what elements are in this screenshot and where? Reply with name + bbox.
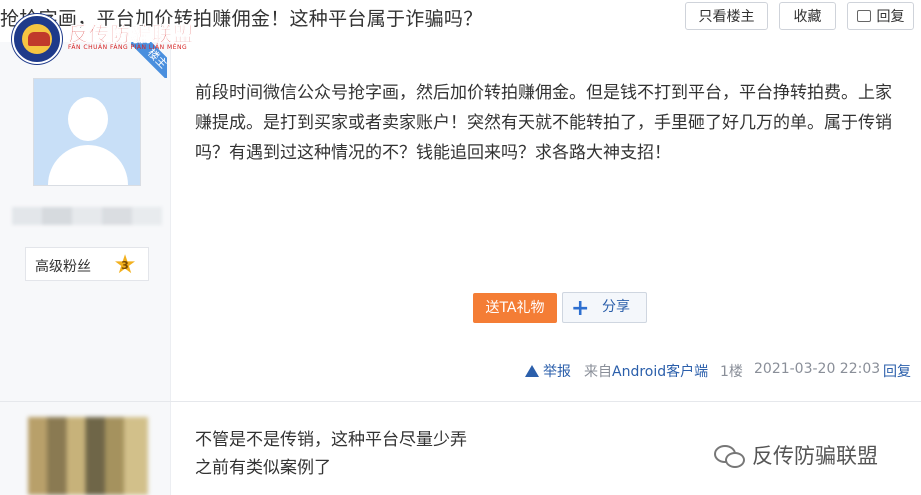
report-label: 举报	[543, 364, 571, 380]
favorite-button[interactable]: 收藏	[779, 2, 836, 30]
post-source: 来自Android客户端	[584, 361, 708, 381]
logo: 反传防骗联盟 FĀN CHUÁN FÁNG PIÀN LIÁN MÉNG	[8, 14, 208, 64]
avatar[interactable]	[28, 417, 148, 495]
avatar-body-shape	[48, 145, 128, 185]
user-rank-label: 高级粉丝	[35, 259, 91, 275]
avatar-head-shape	[68, 97, 108, 141]
source-client-link[interactable]: Android客户端	[612, 364, 708, 380]
wechat-icon	[714, 443, 745, 468]
wechat-watermark: 反传防骗联盟	[714, 440, 878, 472]
only-op-button[interactable]: 只看楼主	[685, 2, 768, 30]
share-label: 分享	[602, 299, 630, 315]
reply-button[interactable]: 回复	[847, 2, 914, 30]
post-content: 前段时间微信公众号抢字画，然后加价转拍赚佣金。但是钱不打到平台，平台挣转拍费。上…	[195, 83, 892, 163]
post-reply-link[interactable]: 回复	[883, 361, 911, 381]
avatar[interactable]	[33, 78, 141, 186]
floor-number: 1楼	[720, 364, 743, 380]
post-time: 2021-03-20 22:03	[754, 361, 881, 377]
share-plus-icon: +	[571, 296, 590, 321]
reply-content: 不管是不是传销，这种平台尽量少弄 之前有类似案例了	[195, 426, 467, 482]
reply-button-label: 回复	[876, 9, 905, 25]
reply-line: 不管是不是传销，这种平台尽量少弄	[195, 430, 467, 450]
watermark-text: 反传防骗联盟	[752, 444, 878, 468]
logo-subtext: FĀN CHUÁN FÁNG PIÀN LIÁN MÉNG	[68, 44, 188, 51]
logo-emblem-icon	[12, 14, 62, 64]
user-level: 3	[121, 259, 129, 272]
report-link[interactable]: 举报	[525, 361, 571, 381]
source-prefix: 来自	[584, 364, 612, 380]
reply-line: 之前有类似案例了	[195, 458, 331, 478]
user-rank-badge: 高级粉丝 ★ 3	[25, 247, 149, 281]
username-blurred[interactable]	[12, 207, 162, 225]
warning-icon	[525, 365, 539, 377]
comment-icon	[856, 10, 871, 22]
share-button[interactable]: + 分享	[562, 292, 647, 323]
logo-text: 反传防骗联盟	[68, 22, 194, 47]
send-gift-button[interactable]: 送TA礼物	[473, 293, 557, 323]
